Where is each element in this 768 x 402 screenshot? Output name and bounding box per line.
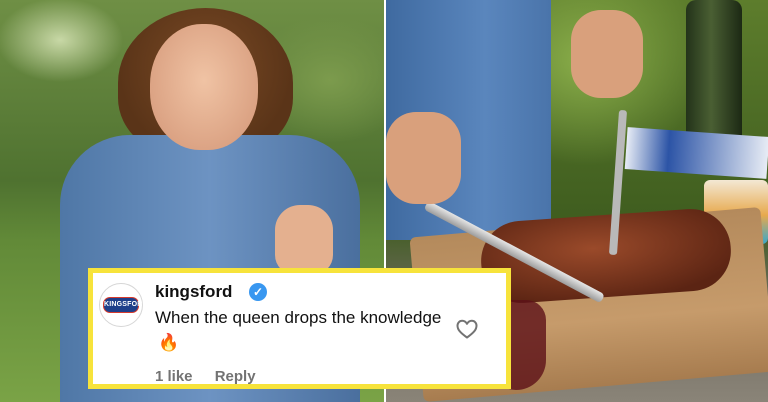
hand-holding-knife <box>386 112 461 204</box>
comment-body: When the queen drops the knowledge <box>155 308 442 327</box>
person-hand <box>275 205 333 275</box>
verified-check-icon: ✓ <box>249 283 267 301</box>
comment-username[interactable]: kingsford <box>155 281 232 303</box>
reply-button[interactable]: Reply <box>215 368 256 385</box>
fire-emoji-icon: 🔥 <box>158 333 180 352</box>
person-face <box>150 24 258 150</box>
hand-holding-fork <box>571 10 643 98</box>
foil-box <box>624 127 768 179</box>
kingsford-logo: KINGSFORD <box>103 297 148 313</box>
avatar[interactable]: KINGSFORD <box>99 283 148 327</box>
heart-outline-icon[interactable] <box>455 317 479 341</box>
comment-meta: 1 like Reply <box>155 368 256 385</box>
like-count[interactable]: 1 like <box>155 368 193 385</box>
comment-card: KINGSFORD kingsford ✓ When the queen dro… <box>88 268 511 389</box>
comment-text: When the queen drops the knowledge 🔥 <box>155 305 445 355</box>
